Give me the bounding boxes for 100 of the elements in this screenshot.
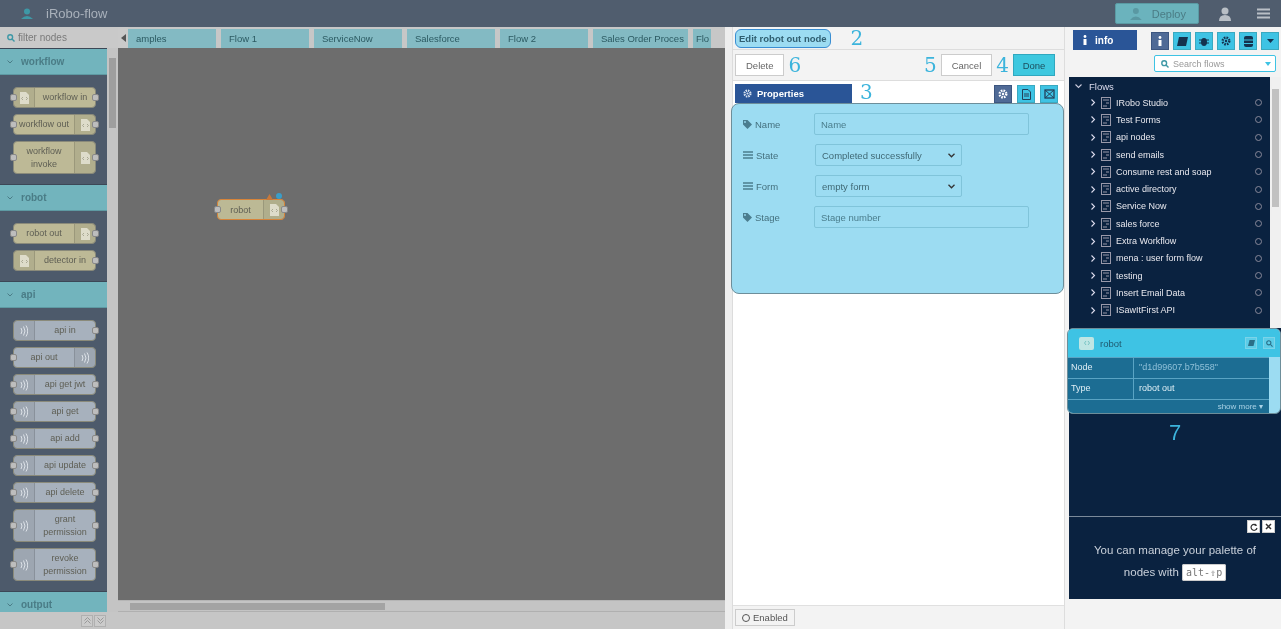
flow-item[interactable]: active directory — [1069, 180, 1270, 198]
chevron-down-icon — [948, 183, 955, 189]
refresh-button[interactable] — [1247, 520, 1260, 533]
flow-icon — [1101, 286, 1111, 299]
wave-icon — [20, 459, 28, 472]
appearance-button[interactable] — [1040, 85, 1058, 103]
enabled-toggle[interactable]: Enabled — [735, 609, 795, 626]
flow-item[interactable]: Extra Workflow — [1069, 232, 1270, 250]
close-button[interactable] — [1262, 520, 1275, 533]
palette-node[interactable]: api in — [13, 320, 96, 341]
flow-canvas[interactable]: robot — [118, 48, 725, 600]
book-button[interactable] — [1245, 337, 1257, 349]
search-box[interactable]: Search flows — [1154, 55, 1276, 72]
palette-node[interactable]: workflow invoke — [13, 141, 96, 174]
flow-item[interactable]: Service Now — [1069, 197, 1270, 216]
flow-tab[interactable]: Sales Order Proces — [593, 29, 688, 48]
palette-node[interactable]: api get — [13, 401, 96, 422]
flow-item[interactable]: testing — [1069, 266, 1270, 285]
category-title: workflow — [21, 56, 65, 67]
node-icon — [1079, 336, 1094, 350]
palette-node[interactable]: workflow out — [13, 114, 96, 135]
flow-item[interactable]: ISawItFirst API — [1069, 301, 1270, 319]
show-more-link[interactable]: show more ▾ — [1068, 399, 1269, 413]
chevron-icon — [7, 59, 13, 64]
node-label: workflow out — [18, 118, 70, 131]
flow-icon — [1101, 183, 1111, 196]
flow-label: Test Forms — [1116, 114, 1162, 125]
flow-item[interactable]: IRobo Studio — [1069, 94, 1270, 112]
palette-node[interactable]: api delete — [13, 482, 96, 503]
flow-item[interactable]: api nodes — [1069, 128, 1270, 146]
chevron-down-icon — [948, 152, 955, 158]
category-header[interactable]: workflow — [0, 48, 107, 75]
palette-node[interactable]: api out — [13, 347, 96, 368]
cancel-button[interactable]: Cancel — [940, 54, 993, 76]
flow-label: Consume rest and soap — [1116, 166, 1213, 177]
annotation-number: 2 — [850, 28, 864, 48]
wave-icon — [20, 405, 28, 418]
search-field[interactable]: Search flows — [1173, 58, 1261, 69]
book-tab-button[interactable] — [1173, 32, 1191, 50]
flow-item[interactable]: send emails — [1069, 145, 1270, 164]
info-tab[interactable]: info — [1073, 30, 1137, 50]
caret-tab-button[interactable] — [1261, 32, 1279, 50]
flow-item[interactable]: Consume rest and soap — [1069, 163, 1270, 181]
palette-node[interactable]: api get jwt — [13, 374, 96, 395]
palette-node[interactable]: api update — [13, 455, 96, 476]
category-header[interactable]: output — [0, 591, 107, 612]
properties-tab[interactable]: Properties — [735, 84, 852, 103]
settings-icon — [743, 89, 752, 98]
flow-tab[interactable]: Flow 1 — [221, 29, 309, 48]
flow-item[interactable]: Test Forms — [1069, 111, 1270, 129]
flow-tab[interactable]: ServiceNow — [314, 29, 402, 48]
category-header[interactable]: api — [0, 281, 107, 308]
flow-item[interactable]: Insert Email Data — [1069, 284, 1270, 302]
node-label: api out — [29, 351, 59, 364]
flow-tab[interactable]: amples — [128, 29, 216, 48]
filter-field[interactable]: filter nodes — [18, 32, 108, 43]
delete-button[interactable]: Delete — [735, 54, 785, 76]
wave-icon — [81, 351, 89, 364]
text-field[interactable]: Stage number — [814, 206, 1029, 228]
info-tab-button[interactable] — [1151, 32, 1169, 50]
menu-icon[interactable] — [1257, 8, 1270, 19]
flow-tab[interactable]: Salesforce — [407, 29, 495, 48]
flow-node[interactable]: robot — [217, 199, 285, 220]
caret-icon[interactable] — [1265, 61, 1271, 66]
dropdown[interactable]: empty form — [815, 175, 962, 197]
flow-tab[interactable]: Flow 2 — [500, 29, 588, 48]
gear-tab-button[interactable] — [1217, 32, 1235, 50]
palette-node[interactable]: revoke permission — [13, 548, 96, 581]
category-header[interactable]: robot — [0, 184, 107, 211]
done-button[interactable]: Done — [1013, 54, 1055, 76]
resize-handle[interactable] — [725, 27, 733, 629]
flow-item[interactable]: sales force — [1069, 215, 1270, 233]
chevron-icon — [1091, 272, 1096, 280]
wave-icon — [20, 558, 28, 571]
palette-node[interactable]: robot out — [13, 223, 96, 244]
tree-header[interactable]: Flows — [1069, 79, 1270, 94]
palette-node[interactable]: grant permission — [13, 509, 96, 542]
palette-node[interactable]: api add — [13, 428, 96, 449]
code-file-icon — [19, 254, 29, 267]
flow-item[interactable]: mena : user form flow — [1069, 249, 1270, 267]
database-tab-button[interactable] — [1239, 32, 1257, 50]
annotation-number: 3 — [860, 82, 873, 102]
bug-tab-button[interactable] — [1195, 32, 1213, 50]
document-icon — [1021, 88, 1031, 100]
bug-icon — [1199, 36, 1209, 46]
search-button[interactable] — [1263, 337, 1275, 349]
flow-tab[interactable]: Flo — [692, 29, 712, 48]
book-icon — [1247, 340, 1255, 346]
palette-node[interactable]: workflow in — [13, 87, 96, 108]
palette-node[interactable]: detector in — [13, 250, 96, 271]
settings-button[interactable] — [994, 85, 1012, 103]
scrollbar[interactable] — [1270, 77, 1281, 328]
node-label: api in — [53, 324, 77, 337]
dropdown[interactable]: Completed successfully — [815, 144, 962, 166]
database-icon — [1243, 35, 1253, 47]
description-button[interactable] — [1017, 85, 1035, 103]
scrollbar[interactable] — [118, 600, 725, 611]
text-field[interactable]: Name — [814, 113, 1029, 135]
chevron-icon — [1091, 168, 1096, 176]
user-icon[interactable] — [1219, 6, 1231, 21]
